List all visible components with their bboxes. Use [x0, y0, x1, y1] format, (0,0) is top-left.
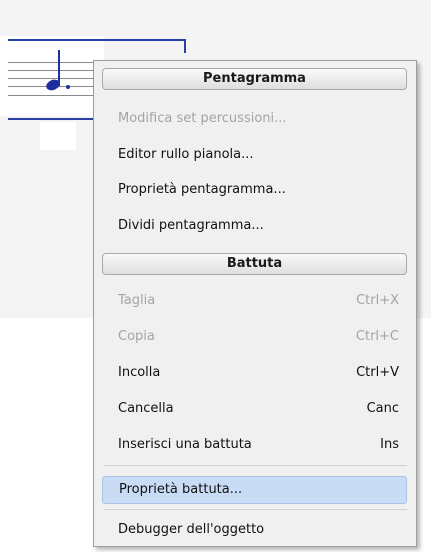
menu-item-label: Debugger dell'oggetto: [118, 522, 265, 537]
menu-item-label: Copia: [118, 329, 155, 344]
menu-item-shortcut: Ctrl+X: [356, 293, 399, 308]
menu-item-cut[interactable]: Taglia Ctrl+X: [102, 287, 407, 315]
menu-item-measure-properties[interactable]: Proprietà battuta...: [102, 476, 407, 504]
menu-item-shortcut: Canc: [366, 401, 399, 416]
menu-item-label: Proprietà pentagramma...: [118, 182, 286, 197]
staff-line: [8, 62, 98, 63]
score-empty-box: [40, 122, 76, 150]
menu-item-label: Modifica set percussioni...: [118, 111, 287, 126]
menu-separator: [104, 509, 407, 510]
menu-item-label: Inserisci una battuta: [118, 437, 252, 452]
menu-item-split-staff[interactable]: Dividi pentagramma...: [102, 212, 407, 240]
menu-item-object-debugger[interactable]: Debugger dell'oggetto: [102, 516, 407, 544]
menu-item-label: Editor rullo pianola...: [118, 147, 254, 162]
menu-item-piano-roll-editor[interactable]: Editor rullo pianola...: [102, 141, 407, 169]
measure-selection-right: [184, 39, 186, 53]
measure-selection-top: [8, 39, 186, 41]
menu-item-label: Cancella: [118, 401, 174, 416]
menu-item-staff-properties[interactable]: Proprietà pentagramma...: [102, 176, 407, 204]
staff-line: [8, 70, 98, 71]
menu-item-paste[interactable]: Incolla Ctrl+V: [102, 359, 407, 387]
menu-item-label: Proprietà battuta...: [119, 482, 243, 497]
menu-item-shortcut: Ins: [380, 437, 399, 452]
menu-item-label: Taglia: [118, 293, 156, 308]
menu-separator: [104, 465, 407, 466]
staff-line: [8, 95, 98, 96]
menu-item-delete[interactable]: Cancella Canc: [102, 395, 407, 423]
score-page: [0, 36, 104, 116]
menu-item-edit-percussion-set[interactable]: Modifica set percussioni...: [102, 105, 407, 133]
menu-section-header-pentagramma: Pentagramma: [102, 68, 407, 90]
section-header-label: Battuta: [226, 256, 283, 271]
section-header-label: Pentagramma: [203, 71, 306, 86]
menu-item-insert-measure[interactable]: Inserisci una battuta Ins: [102, 431, 407, 459]
context-menu[interactable]: Pentagramma Modifica set percussioni... …: [93, 60, 417, 547]
menu-item-copy[interactable]: Copia Ctrl+C: [102, 323, 407, 351]
menu-item-label: Dividi pentagramma...: [118, 218, 264, 233]
measure-selection-bottom: [8, 118, 94, 120]
note-dot: [66, 85, 70, 89]
menu-section-header-battuta: Battuta: [102, 253, 407, 275]
menu-item-label: Incolla: [118, 365, 161, 380]
menu-item-shortcut: Ctrl+C: [355, 329, 399, 344]
menu-item-shortcut: Ctrl+V: [356, 365, 399, 380]
